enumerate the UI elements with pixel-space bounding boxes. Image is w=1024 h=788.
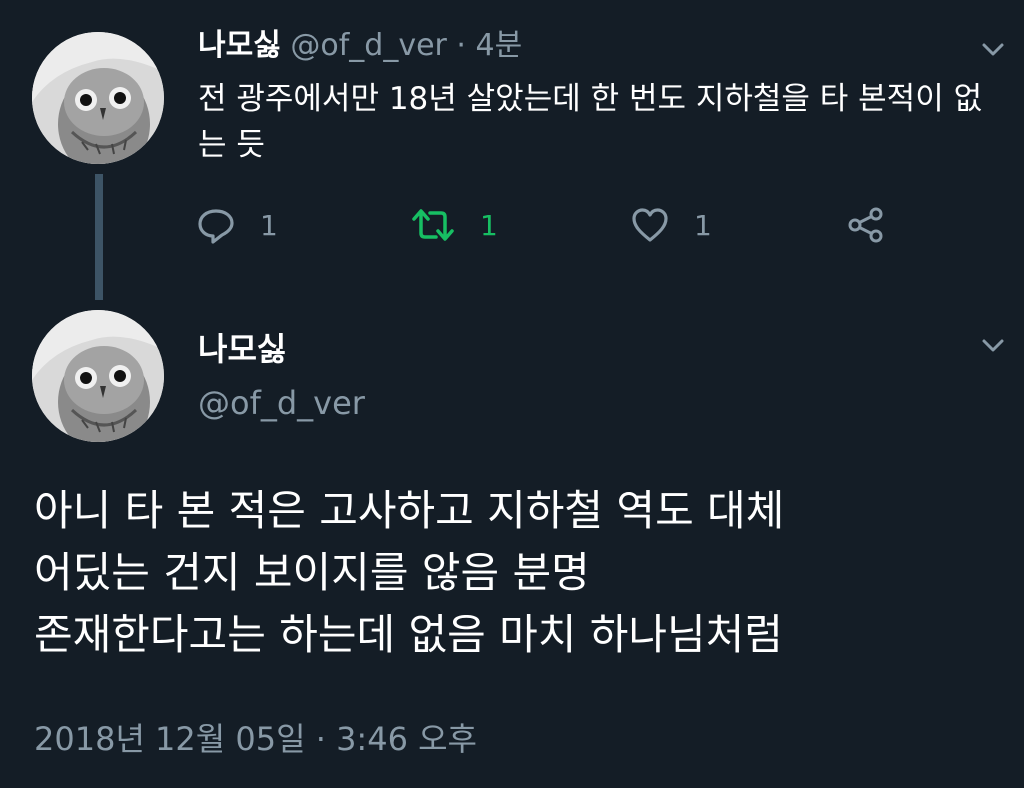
handle[interactable]: @of_d_ver [198,380,365,426]
separator: · [456,28,466,63]
separator: · [315,720,326,758]
heart-icon [632,208,668,242]
handle[interactable]: @of_d_ver [290,28,447,63]
like-button[interactable]: 1 [630,200,712,250]
tweet2-text: 아니 타 본 적은 고사하고 지하철 역도 대체 어딨는 건지 보이지를 않음 … [34,486,785,659]
reply-count: 1 [260,208,278,242]
chevron-down-icon[interactable] [978,34,1008,64]
owl-avatar-icon [32,32,164,164]
display-name[interactable]: 나모싫 [198,326,286,372]
time-ago[interactable]: 4분 [476,28,523,63]
reply-icon [198,209,234,244]
avatar-tweet1[interactable] [32,32,164,164]
retweet-count: 1 [480,208,498,242]
display-name[interactable]: 나모싫 [198,28,281,63]
thread-line [95,174,103,300]
timestamp[interactable]: 2018년 12월 05일 · 3:46 오후 [34,716,477,762]
tweet1-header: 나모싫 @of_d_ver · 4분 [198,24,522,68]
avatar-tweet2[interactable] [32,310,164,442]
share-button[interactable] [846,200,886,250]
retweet-button[interactable]: 1 [410,200,498,250]
reply-button[interactable]: 1 [196,200,278,250]
tweet1-text: 전 광주에서만 18년 살았는데 한 번도 지하철을 타 본적이 없는 듯 [198,81,983,163]
chevron-down-icon[interactable] [978,330,1008,360]
timestamp-time: 3:46 오후 [336,720,477,758]
like-count: 1 [694,208,712,242]
retweet-icon [412,209,454,241]
owl-avatar-icon [32,310,164,442]
timestamp-date: 2018년 12월 05일 [34,720,306,758]
share-icon [848,207,883,243]
